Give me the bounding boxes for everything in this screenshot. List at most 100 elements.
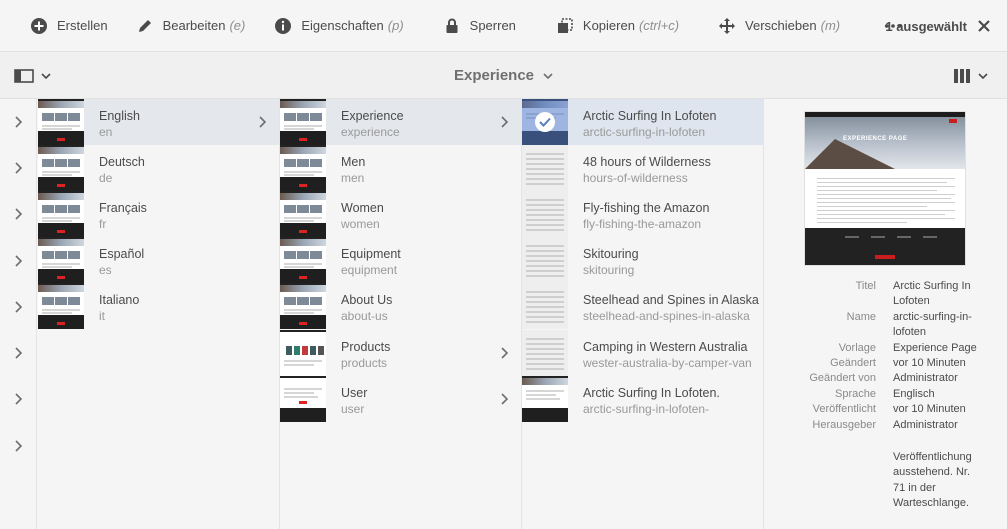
item-title: English [99, 109, 140, 123]
preview-hero-title: EXPERIENCE PAGE [843, 136, 908, 142]
list-item-men[interactable]: Men men [280, 145, 521, 191]
item-name: de [99, 171, 113, 185]
chevron-right-icon[interactable] [12, 208, 24, 220]
list-item-arctic-surfing-copy[interactable]: Arctic Surfing In Lofoten. arctic-surfin… [522, 376, 763, 422]
list-item-user[interactable]: User user [280, 376, 521, 422]
view-switcher-button[interactable] [953, 68, 993, 84]
close-icon[interactable] [977, 19, 991, 33]
page-thumbnail [280, 283, 326, 329]
page-thumbnail [280, 99, 326, 145]
item-name: fly-fishing-the-amazon [583, 217, 702, 231]
selected-checkmark[interactable] [522, 99, 568, 145]
page-thumbnail [522, 145, 568, 191]
properties-shortcut: (p) [387, 18, 404, 33]
list-item-deutsch[interactable]: Deutsch de [38, 145, 279, 191]
language-label: Sprache [835, 387, 876, 400]
column-view-icon [954, 69, 970, 83]
item-name: steelhead-and-spines-in-alaska [583, 309, 750, 323]
selection-count: 1 ausgewählt [885, 18, 967, 34]
move-shortcut: (m) [820, 18, 841, 33]
list-item-skitouring[interactable]: Skitouring skitouring [522, 237, 763, 283]
list-item-experience[interactable]: Experience experience [280, 99, 521, 145]
list-item-espanol[interactable]: Español es [38, 237, 279, 283]
modified-by-label: Geändert von [809, 372, 876, 385]
list-item-francais[interactable]: Français fr [38, 191, 279, 237]
item-title: User [341, 386, 368, 400]
chevron-right-icon [501, 393, 509, 405]
chevron-right-icon[interactable] [12, 347, 24, 359]
item-name: user [341, 402, 365, 416]
copy-label: Kopieren [582, 18, 635, 33]
published-value: vor 10 Minuten [893, 403, 966, 416]
list-item-steelhead[interactable]: Steelhead and Spines in Alaska steelhead… [522, 283, 763, 329]
list-item-products[interactable]: Products products [280, 330, 521, 376]
page-thumbnail [38, 145, 84, 191]
page-thumbnail [38, 191, 84, 237]
list-item-about-us[interactable]: About Us about-us [280, 283, 521, 329]
lock-label: Sperren [469, 18, 516, 33]
details-panel: EXPERIENCE PAGE Titel Arctic Surfing In L… [764, 99, 1007, 529]
chevron-right-icon [259, 116, 267, 128]
list-item-women[interactable]: Women women [280, 191, 521, 237]
title-label: Titel [855, 280, 876, 292]
item-title: Arctic Surfing In Lofoten. [583, 386, 720, 400]
item-title: Deutsch [99, 155, 145, 169]
list-item-english[interactable]: English en [38, 99, 279, 145]
item-name: about-us [341, 309, 388, 323]
move-label: Verschieben [745, 18, 817, 33]
page-title[interactable]: Experience [0, 52, 1007, 99]
item-title: Arctic Surfing In Lofoten [583, 109, 717, 123]
item-name: arctic-surfing-in-lofoten [583, 125, 706, 139]
page-thumbnail [38, 99, 84, 145]
page-thumbnail [522, 237, 568, 283]
item-name: fr [99, 217, 107, 231]
template-label: Vorlage [838, 341, 876, 354]
properties-button[interactable]: Eigenschaften (p) [274, 0, 404, 52]
page-thumbnail [522, 191, 568, 237]
item-title: Women [341, 201, 384, 215]
item-title: Camping in Western Australia [583, 340, 748, 354]
item-title: Products [341, 340, 391, 354]
column-view-header: Experience [0, 52, 1007, 99]
pencil-icon [138, 19, 151, 32]
item-name: women [341, 217, 380, 231]
chevron-right-icon[interactable] [12, 393, 24, 405]
modified-by-value: Administrator [893, 372, 958, 385]
list-item-arctic-surfing[interactable]: Arctic Surfing In Lofoten arctic-surfing… [522, 99, 763, 145]
page-column: Arctic Surfing In Lofoten arctic-surfing… [522, 99, 764, 529]
copy-button[interactable]: Kopieren (ctrl+c) [556, 0, 679, 52]
list-item-camping[interactable]: Camping in Western Australia wester-aust… [522, 330, 763, 376]
published-label: Veröffentlicht [812, 403, 876, 416]
chevron-right-icon[interactable] [12, 116, 24, 128]
copy-icon [557, 17, 573, 33]
move-arrows-icon [719, 17, 736, 34]
template-value: Experience Page [893, 341, 977, 354]
page-title-label: Experience [453, 67, 535, 84]
language-value: Englisch [893, 387, 935, 400]
chevron-right-icon[interactable] [12, 162, 24, 174]
item-title: Men [341, 155, 366, 169]
list-item-equipment[interactable]: Equipment equipment [280, 237, 521, 283]
edit-button[interactable]: Bearbeiten (e) [136, 0, 245, 52]
publisher-label: Herausgeber [812, 418, 876, 431]
item-title: Italiano [99, 293, 140, 307]
item-title: Equipment [341, 247, 401, 261]
publication-status-note: Veröffentlichung ausstehend. Nr. 71 in d… [893, 451, 972, 510]
lock-button[interactable]: Sperren [443, 0, 516, 52]
list-item-fly-fishing[interactable]: Fly-fishing the Amazon fly-fishing-the-a… [522, 191, 763, 237]
page-thumbnail [280, 191, 326, 237]
chevron-right-icon[interactable] [12, 301, 24, 313]
list-item-italiano[interactable]: Italiano it [38, 283, 279, 329]
chevron-right-icon[interactable] [12, 440, 24, 452]
page-thumbnail [38, 237, 84, 283]
name-label: Name [846, 310, 876, 323]
list-item-48-hours[interactable]: 48 hours of Wilderness hours-of-wilderne… [522, 145, 763, 191]
chevron-right-icon[interactable] [12, 255, 24, 267]
info-icon [275, 17, 292, 34]
move-button[interactable]: Verschieben (m) [718, 0, 840, 52]
page-thumbnail [522, 330, 568, 376]
item-name: wester-australia-by-camper-van [583, 356, 752, 370]
title-value: Arctic Surfing In Lofoten [893, 280, 971, 308]
action-bar: Erstellen Bearbeiten (e) Eigenschaften (… [0, 0, 1007, 52]
create-button[interactable]: Erstellen [30, 0, 108, 52]
